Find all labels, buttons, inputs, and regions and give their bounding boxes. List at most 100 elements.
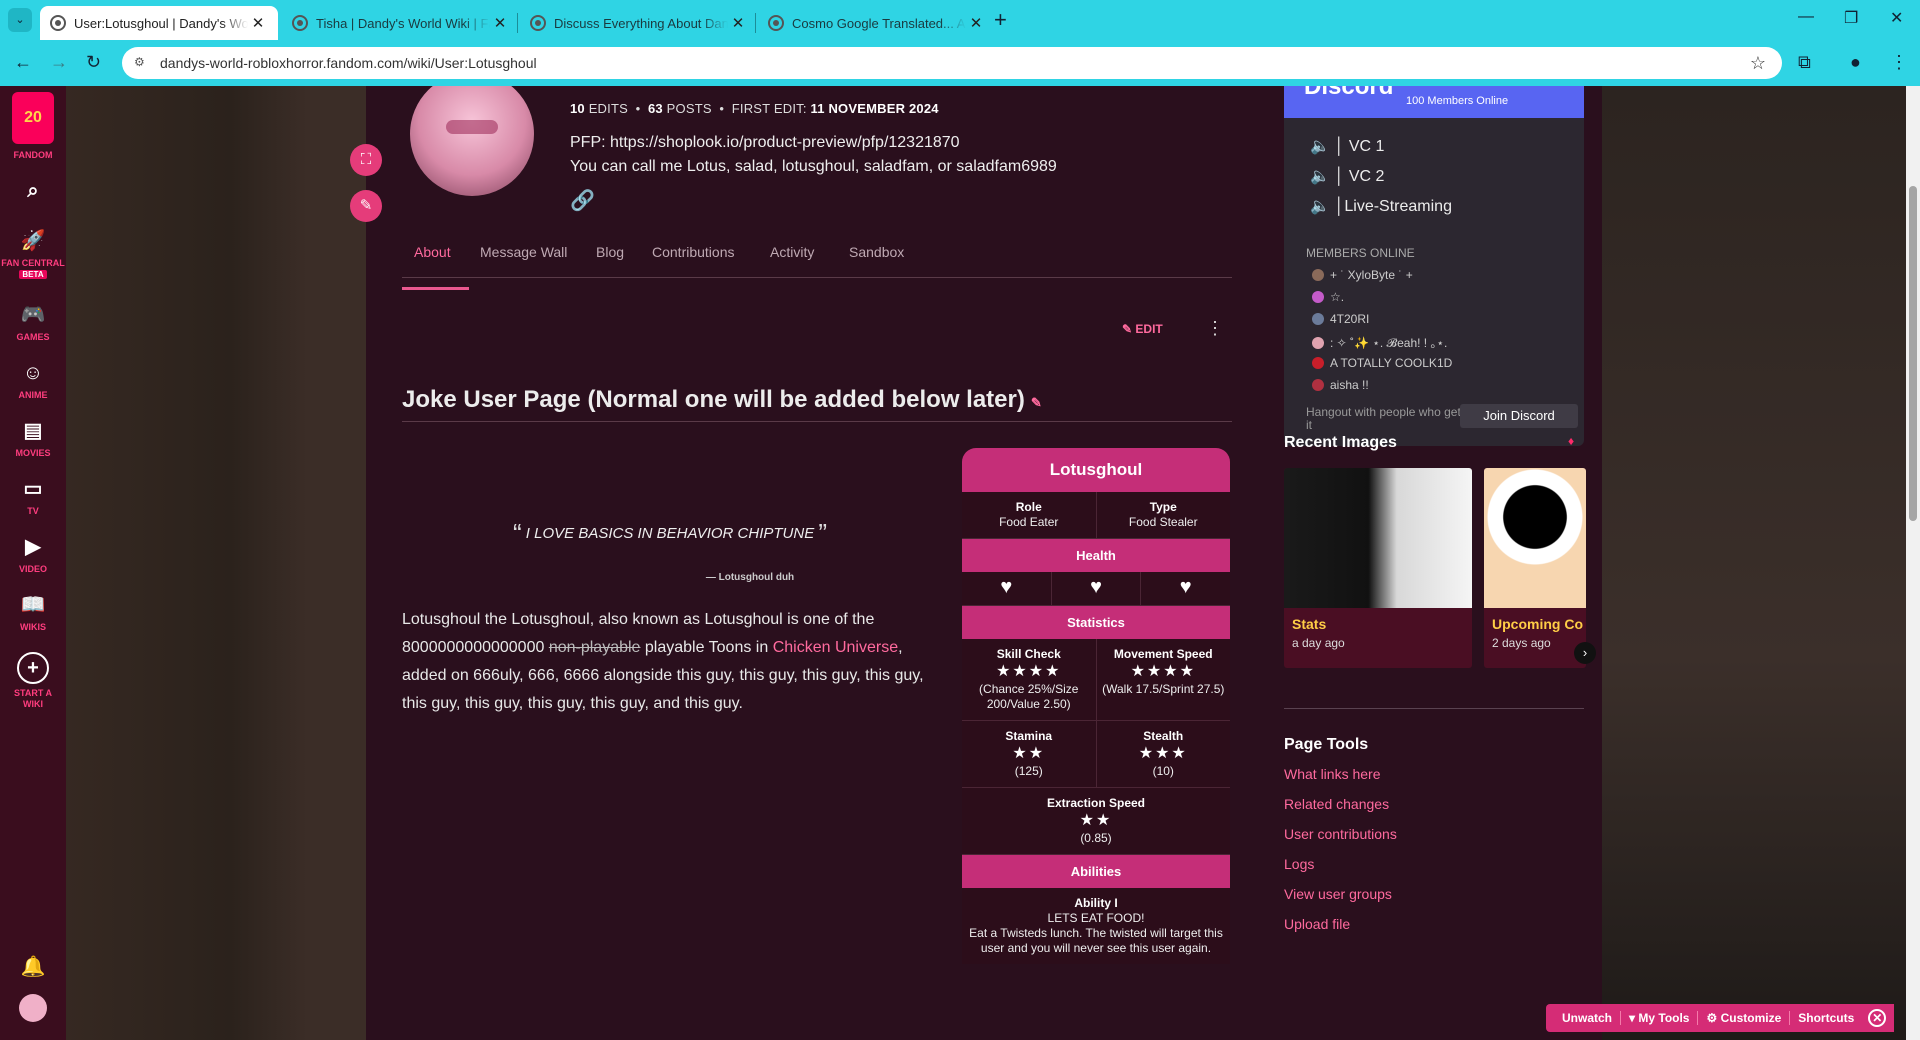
tool-link[interactable]: View user groups [1284, 886, 1392, 902]
active-tab-indicator [402, 287, 469, 290]
extensions-icon[interactable]: ⧉ [1798, 52, 1811, 73]
tool-link[interactable]: Upload file [1284, 916, 1350, 932]
restore-icon[interactable]: ❐ [1844, 8, 1858, 28]
shortcuts-button[interactable]: Shortcuts [1790, 1011, 1862, 1025]
discord-channel[interactable]: 🔈 │Live-Streaming [1310, 196, 1452, 216]
more-options-icon[interactable]: ⋮ [1206, 318, 1224, 339]
tab-search-icon[interactable]: ⌄ [8, 8, 32, 32]
tool-link[interactable]: What links here [1284, 766, 1380, 782]
health-header: Health [962, 539, 1230, 572]
sidebar-item-start-wiki[interactable]: + START A WIKI [0, 652, 66, 710]
discord-member: aisha !! [1312, 378, 1369, 392]
rocket-icon: 🚀 [20, 230, 46, 252]
avatar [1312, 313, 1324, 325]
sidebar-label: FANDOM [13, 150, 53, 160]
infobox-row: Extraction Speed ★★ (0.85) [962, 788, 1230, 855]
sidebar-label: WIKIS [20, 622, 46, 632]
minimize-icon[interactable]: — [1798, 8, 1814, 26]
tab-about[interactable]: About [414, 244, 451, 260]
reload-icon[interactable]: ↻ [86, 52, 101, 73]
discord-channel[interactable]: 🔈 │ VC 2 [1310, 166, 1384, 186]
recent-image-card[interactable]: Upcoming Co 2 days ago [1484, 468, 1586, 668]
recent-image-card[interactable]: Stats a day ago [1284, 468, 1472, 668]
avatar [1312, 269, 1324, 281]
infobox-cell: Type Food Stealer [1097, 492, 1231, 538]
browser-menu-icon[interactable]: ⋮ [1890, 52, 1908, 73]
close-tab-icon[interactable]: ✕ [728, 14, 748, 32]
sidebar-item-games[interactable]: 🎮 GAMES [0, 302, 66, 343]
member-name: 4T20RI [1330, 312, 1370, 326]
browser-tab[interactable]: Tisha | Dandy's World Wiki | Fan ✕ [282, 6, 520, 40]
tool-link[interactable]: Related changes [1284, 796, 1389, 812]
discord-member: 4T20RI [1312, 312, 1369, 326]
tab-activity[interactable]: Activity [770, 244, 814, 260]
close-tab-icon[interactable]: ✕ [966, 14, 986, 32]
recent-images-title: Recent Images [1284, 434, 1397, 451]
profile-bio-line: You can call me Lotus, salad, lotusghoul… [570, 158, 1057, 175]
close-tab-icon[interactable]: ✕ [490, 14, 510, 32]
user-avatar-button[interactable] [0, 994, 66, 1026]
tab-blog[interactable]: Blog [596, 244, 624, 260]
tab-contributions[interactable]: Contributions [652, 244, 735, 260]
extraction-label: Extraction Speed [1046, 796, 1146, 810]
fandom-favicon-icon [50, 15, 66, 31]
site-info-icon[interactable]: ⚙ [134, 55, 150, 71]
my-tools-button[interactable]: ▾ My Tools [1621, 1011, 1699, 1025]
link-icon[interactable]: 🔗 [570, 188, 595, 213]
sidebar-item-anime[interactable]: ☺ ANIME [0, 360, 66, 401]
stealth-label: Stealth [1143, 729, 1184, 743]
tool-link[interactable]: Logs [1284, 856, 1314, 872]
tab-sandbox[interactable]: Sandbox [849, 244, 904, 260]
quote-block: “ I LOVE BASICS IN BEHAVIOR CHIPTUNE ” [402, 518, 938, 549]
sidebar-item-tv[interactable]: ▭ TV [0, 476, 66, 517]
chicken-universe-link[interactable]: Chicken Universe [773, 639, 898, 656]
sidebar-item-search[interactable]: ⌕ [0, 178, 66, 208]
close-icon[interactable]: ✕ [1868, 1009, 1887, 1027]
posts-count: 63 [647, 101, 663, 116]
infobox: Lotusghoul Role Food Eater Type Food Steal… [962, 448, 1230, 964]
bell-icon: 🔔 [20, 956, 46, 978]
statistics-header: Statistics [962, 606, 1230, 639]
sidebar-item-video[interactable]: ▶ VIDEO [0, 534, 66, 575]
sidebar-label: FAN CENTRAL [1, 258, 65, 268]
browser-tab[interactable]: Cosmo Google Translated... Ag ✕ [758, 6, 996, 40]
member-name: aisha !! [1330, 378, 1369, 392]
notifications-button[interactable]: 🔔 [0, 954, 66, 984]
customize-button[interactable]: ⚙ Customize [1698, 1011, 1791, 1025]
fullscreen-icon[interactable]: ⛶ [350, 144, 382, 176]
url-field[interactable]: ⚙ dandys-world-robloxhorror.fandom.com/w… [122, 47, 1782, 79]
carousel-next-icon[interactable]: › [1574, 642, 1596, 664]
ability-name: Ability I [1074, 896, 1118, 910]
skill-check-label: Skill Check [996, 647, 1061, 661]
back-icon[interactable]: ← [14, 52, 32, 73]
profile-avatar-icon[interactable]: ● [1850, 52, 1861, 73]
edit-section-icon[interactable]: ✎ [1031, 395, 1042, 410]
browser-tab-active[interactable]: User:Lotusghoul | Dandy's World ✕ [40, 6, 278, 40]
edit-button[interactable]: ✎ EDIT [1122, 322, 1163, 336]
edit-pencil-icon[interactable]: ✎ [350, 190, 382, 222]
scrollbar-thumb[interactable] [1909, 186, 1917, 521]
image-timestamp: a day ago [1292, 636, 1345, 650]
sidebar-label: GAMES [16, 332, 50, 342]
forward-icon[interactable]: → [50, 52, 68, 73]
fandom-logo-icon[interactable]: 20 [12, 92, 54, 144]
infobox-row: Ability I LETS EAT FOOD! Eat a Twisteds lu… [962, 888, 1230, 964]
discord-channel[interactable]: 🔈 │ VC 1 [1310, 136, 1384, 156]
sidebar-label: MOVIES [15, 448, 51, 458]
join-discord-button[interactable]: Join Discord [1460, 404, 1578, 428]
tool-link[interactable]: User contributions [1284, 826, 1397, 842]
page-scrollbar[interactable] [1906, 86, 1920, 1040]
sidebar-item-fandom[interactable]: FANDOM [0, 150, 66, 161]
unwatch-button[interactable]: Unwatch [1554, 1011, 1622, 1025]
new-tab-button[interactable]: + [994, 8, 1007, 32]
fandom-favicon-icon [768, 15, 784, 31]
sidebar-item-wikis[interactable]: 📖 WIKIS [0, 592, 66, 633]
divider [1284, 708, 1584, 709]
close-tab-icon[interactable]: ✕ [248, 14, 268, 32]
bookmark-star-icon[interactable]: ☆ [1750, 53, 1766, 74]
tab-message-wall[interactable]: Message Wall [480, 244, 567, 260]
browser-tab[interactable]: Discuss Everything About Dand ✕ [520, 6, 758, 40]
close-window-icon[interactable]: ✕ [1890, 8, 1903, 28]
sidebar-item-movies[interactable]: ▤ MOVIES [0, 418, 66, 459]
sidebar-item-fan-central[interactable]: 🚀 FAN CENTRAL BETA [0, 228, 66, 280]
